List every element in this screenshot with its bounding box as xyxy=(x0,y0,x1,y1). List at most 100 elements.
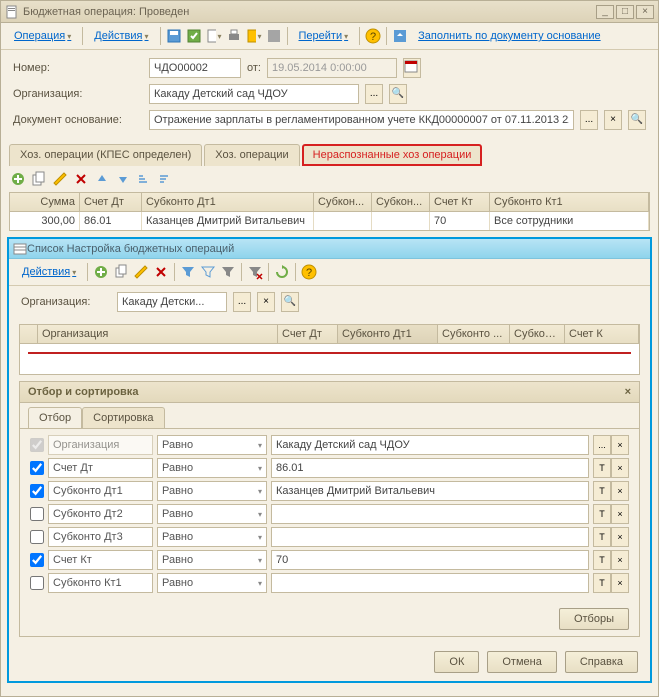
filter-operator[interactable]: Равно▾ xyxy=(157,435,267,455)
filter-operator[interactable]: Равно▾ xyxy=(157,573,267,593)
col-sub3[interactable]: Субкон... xyxy=(372,193,430,212)
filter-checkbox[interactable] xyxy=(30,507,44,521)
sub-col-org[interactable]: Организация xyxy=(38,325,278,344)
post-icon[interactable] xyxy=(185,27,203,45)
link-icon[interactable] xyxy=(265,27,283,45)
sub-org-clear-button[interactable]: × xyxy=(257,292,275,312)
filter-value[interactable]: Какаду Детский сад ЧДОУ xyxy=(271,435,589,455)
filter-t-button[interactable]: T xyxy=(593,527,611,547)
filter-clear-button[interactable]: × xyxy=(611,504,629,524)
sub-actions-menu[interactable]: Действия xyxy=(15,263,83,281)
filter-checkbox[interactable] xyxy=(30,576,44,590)
filter-clear-button[interactable]: × xyxy=(611,573,629,593)
org-search-button[interactable]: 🔍 xyxy=(389,84,407,104)
help-icon[interactable]: ? xyxy=(364,27,382,45)
maximize-button[interactable]: □ xyxy=(616,5,634,19)
sub-filter2-icon[interactable] xyxy=(199,263,217,281)
sub-copy-icon[interactable] xyxy=(112,263,130,281)
operation-menu[interactable]: Операция xyxy=(7,27,78,45)
sub-org-select-button[interactable]: ... xyxy=(233,292,251,312)
filter-value[interactable] xyxy=(271,504,589,524)
filter-clear-button[interactable]: × xyxy=(611,458,629,478)
filter-t-button[interactable]: T xyxy=(593,573,611,593)
col-sub2[interactable]: Субкон... xyxy=(314,193,372,212)
sub-edit-icon[interactable] xyxy=(132,263,150,281)
delete-row-icon[interactable] xyxy=(72,170,90,188)
filter-t-button[interactable]: T xyxy=(593,504,611,524)
col-sub1[interactable]: Субконто Дт1 xyxy=(142,193,314,212)
sub-grid[interactable]: Организация Счет Дт Субконто Дт1 Субконт… xyxy=(19,324,640,375)
col-subkt1[interactable]: Субконто Кт1 xyxy=(490,193,649,212)
minimize-button[interactable]: _ xyxy=(596,5,614,19)
docbase-search-button[interactable]: 🔍 xyxy=(628,110,646,130)
filter-close-button[interactable]: × xyxy=(625,386,631,398)
move-down-icon[interactable] xyxy=(114,170,132,188)
filter-checkbox[interactable] xyxy=(30,461,44,475)
filter-t-button[interactable]: T xyxy=(593,458,611,478)
move-up-icon[interactable] xyxy=(93,170,111,188)
cancel-button[interactable]: Отмена xyxy=(487,651,556,673)
sub-refresh-icon[interactable] xyxy=(273,263,291,281)
sort-desc-icon[interactable] xyxy=(156,170,174,188)
filter-value[interactable]: 86.01 xyxy=(271,458,589,478)
col-skt[interactable]: Счет Кт xyxy=(430,193,490,212)
sub-filter1-icon[interactable] xyxy=(179,263,197,281)
tab-sort[interactable]: Сортировка xyxy=(82,407,164,428)
tab-hoz[interactable]: Хоз. операции xyxy=(204,144,299,166)
add-row-icon[interactable] xyxy=(9,170,27,188)
sub-col-skt[interactable]: Счет К xyxy=(565,325,639,344)
edit-row-icon[interactable] xyxy=(51,170,69,188)
docbase-clear-button[interactable]: × xyxy=(604,110,622,130)
filter-operator[interactable]: Равно▾ xyxy=(157,550,267,570)
otbory-button[interactable]: Отборы xyxy=(559,608,629,630)
filter-checkbox[interactable] xyxy=(30,438,44,452)
filter-clear-button[interactable]: × xyxy=(611,481,629,501)
fill-by-doc-button[interactable]: Заполнить по документу основание xyxy=(411,27,608,45)
filter-operator[interactable]: Равно▾ xyxy=(157,504,267,524)
filter-value[interactable] xyxy=(271,573,589,593)
org-input[interactable] xyxy=(149,84,359,104)
actions-menu[interactable]: Действия xyxy=(87,27,155,45)
new-doc-icon[interactable] xyxy=(205,27,223,45)
sub-col-sub2[interactable]: Субконто ... xyxy=(438,325,510,344)
report-icon[interactable] xyxy=(245,27,263,45)
filter-t-button[interactable]: T xyxy=(593,550,611,570)
filter-checkbox[interactable] xyxy=(30,530,44,544)
goto-menu[interactable]: Перейти xyxy=(292,27,356,45)
filter-clear-button[interactable]: × xyxy=(611,550,629,570)
col-sum[interactable]: Сумма xyxy=(10,193,80,212)
filter-value[interactable] xyxy=(271,527,589,547)
tab-hoz-kpes[interactable]: Хоз. операции (КПЕС определен) xyxy=(9,144,202,166)
col-sdt[interactable]: Счет Дт xyxy=(80,193,142,212)
docbase-input[interactable] xyxy=(149,110,574,130)
filter-clear-button[interactable]: × xyxy=(611,527,629,547)
print-icon[interactable] xyxy=(225,27,243,45)
sub-help-icon[interactable]: ? xyxy=(300,263,318,281)
main-grid[interactable]: Сумма Счет Дт Субконто Дт1 Субкон... Суб… xyxy=(9,192,650,231)
ok-button[interactable]: ОК xyxy=(434,651,479,673)
filter-select-button[interactable]: ... xyxy=(593,435,611,455)
filter-operator[interactable]: Равно▾ xyxy=(157,458,267,478)
date-picker-button[interactable] xyxy=(403,58,421,78)
docbase-select-button[interactable]: ... xyxy=(580,110,598,130)
filter-checkbox[interactable] xyxy=(30,553,44,567)
sub-col-sub1[interactable]: Субконто Дт1 xyxy=(338,325,438,344)
filter-value[interactable]: Казанцев Дмитрий Витальевич xyxy=(271,481,589,501)
help-button[interactable]: Справка xyxy=(565,651,638,673)
tab-unrecognized[interactable]: Нераспознанные хоз операции xyxy=(302,144,483,166)
number-input[interactable] xyxy=(149,58,241,78)
sub-add-icon[interactable] xyxy=(92,263,110,281)
sub-org-input[interactable] xyxy=(117,292,227,312)
filter-t-button[interactable]: T xyxy=(593,481,611,501)
table-row[interactable]: 300,00 86.01 Казанцев Дмитрий Витальевич… xyxy=(10,212,649,230)
date-input[interactable] xyxy=(267,58,397,78)
sub-clear-filter-icon[interactable] xyxy=(246,263,264,281)
org-select-button[interactable]: ... xyxy=(365,84,383,104)
filter-checkbox[interactable] xyxy=(30,484,44,498)
save-icon[interactable] xyxy=(165,27,183,45)
sub-delete-icon[interactable] xyxy=(152,263,170,281)
sub-org-search-button[interactable]: 🔍 xyxy=(281,292,299,312)
sub-col-sub3[interactable]: Субкон... xyxy=(510,325,565,344)
filter-operator[interactable]: Равно▾ xyxy=(157,527,267,547)
close-button[interactable]: × xyxy=(636,5,654,19)
